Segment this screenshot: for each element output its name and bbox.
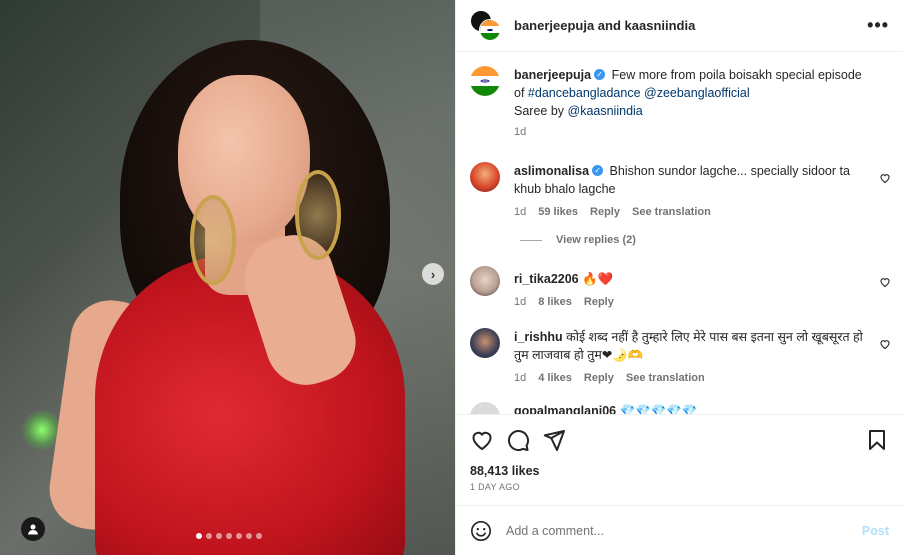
caption: banerjeepuja ✓ Few more from poila boisak… xyxy=(456,66,903,138)
collab-avatars[interactable] xyxy=(470,9,502,42)
avatar xyxy=(479,18,501,41)
carousel-dot xyxy=(246,533,252,539)
photo-earring-left xyxy=(190,195,236,285)
comment-item: aslimonalisa ✓ Bhishon sundor lagche... s… xyxy=(456,162,903,218)
carousel-dot xyxy=(236,533,242,539)
avatar[interactable] xyxy=(470,402,500,414)
carousel-dot xyxy=(256,533,262,539)
more-horizontal-icon: ••• xyxy=(867,15,889,35)
next-slide-button[interactable]: › xyxy=(422,263,444,285)
mention-link[interactable]: @kaasniindia xyxy=(568,104,643,118)
carousel-dot xyxy=(216,533,222,539)
post-author-names[interactable]: banerjeepuja and kaasniindia xyxy=(514,18,867,33)
tagged-users-button[interactable] xyxy=(21,517,45,541)
comment-text: कोई शब्द नहीं है तुम्हारे लिए मेरे पास ब… xyxy=(514,330,863,362)
carousel-dots xyxy=(196,533,262,539)
likes-count[interactable]: 88,413 likes xyxy=(470,464,889,478)
like-comment-heart-icon[interactable] xyxy=(879,338,891,350)
hashtag-link[interactable]: #dancebangladance xyxy=(528,86,641,100)
view-replies-label: View replies (2) xyxy=(556,234,636,246)
india-flag-icon xyxy=(480,19,500,40)
comment-likes[interactable]: 8 likes xyxy=(538,296,572,308)
view-replies-button[interactable]: View replies (2) xyxy=(456,234,903,246)
reply-button[interactable]: Reply xyxy=(590,206,620,218)
post-header: banerjeepuja and kaasniindia ••• xyxy=(456,0,903,52)
caption-username[interactable]: banerjeepuja xyxy=(514,68,591,82)
avatar[interactable] xyxy=(470,266,500,296)
comment-time[interactable]: 1d xyxy=(514,206,526,218)
user-icon xyxy=(28,524,38,535)
comment-item: ri_tika2206 🔥❤️ 1d 8 likes Reply xyxy=(456,266,903,308)
comment-text: 💎💎💎💎💎 xyxy=(619,404,698,414)
like-comment-heart-icon[interactable] xyxy=(879,172,891,184)
comment-item: gopalmanglani06 💎💎💎💎💎 xyxy=(456,402,903,414)
like-comment-heart-icon[interactable] xyxy=(879,276,891,288)
comment-username[interactable]: i_rishhu xyxy=(514,330,563,344)
comment-likes[interactable]: 59 likes xyxy=(538,206,578,218)
carousel-dot xyxy=(206,533,212,539)
more-options-button[interactable]: ••• xyxy=(867,15,889,36)
photo-earring-right xyxy=(295,170,341,260)
comment-username[interactable]: ri_tika2206 xyxy=(514,272,579,286)
reply-button[interactable]: Reply xyxy=(584,296,614,308)
verified-badge-icon: ✓ xyxy=(594,69,606,81)
comment-input[interactable] xyxy=(506,523,862,538)
add-comment-bar: Post xyxy=(456,505,903,555)
caption-line2-text: Saree by xyxy=(514,104,565,118)
see-translation-button[interactable]: See translation xyxy=(626,372,705,384)
post-actions: 88,413 likes 1 DAY AGO xyxy=(456,414,903,492)
comment-username[interactable]: aslimonalisa xyxy=(514,164,589,178)
post-media[interactable]: › xyxy=(0,0,455,555)
emoji-smiley-icon[interactable] xyxy=(470,520,492,542)
comment-bubble-icon[interactable] xyxy=(506,428,530,452)
carousel-dot xyxy=(196,533,202,539)
avatar[interactable] xyxy=(470,162,500,192)
avatar[interactable] xyxy=(470,66,500,96)
caption-time[interactable]: 1d xyxy=(514,126,526,138)
bookmark-save-icon[interactable] xyxy=(865,428,889,452)
like-heart-icon[interactable] xyxy=(470,428,494,452)
comment-username[interactable]: gopalmanglani06 xyxy=(514,404,616,414)
comment-text: 🔥❤️ xyxy=(582,272,614,286)
comment-time[interactable]: 1d xyxy=(514,372,526,384)
india-flag-icon xyxy=(470,66,500,96)
reply-button[interactable]: Reply xyxy=(584,372,614,384)
mention-link[interactable]: @zeebanglaofficial xyxy=(644,86,750,100)
post-date[interactable]: 1 DAY AGO xyxy=(470,482,889,492)
comment-item: i_rishhu कोई शब्द नहीं है तुम्हारे लिए म… xyxy=(456,328,903,384)
see-translation-button[interactable]: See translation xyxy=(632,206,711,218)
comments-list[interactable]: banerjeepuja ✓ Few more from poila boisak… xyxy=(456,52,903,414)
carousel-dot xyxy=(226,533,232,539)
comment-time[interactable]: 1d xyxy=(514,296,526,308)
share-send-icon[interactable] xyxy=(542,428,566,452)
post-panel: banerjeepuja and kaasniindia ••• banerje… xyxy=(455,0,903,555)
chevron-right-icon: › xyxy=(430,266,436,282)
post-comment-button[interactable]: Post xyxy=(862,524,889,538)
verified-badge-icon: ✓ xyxy=(592,165,604,177)
post-modal: › banerjeepuja and kaasniindia ••• baner… xyxy=(0,0,903,555)
divider xyxy=(520,239,542,241)
comment-likes[interactable]: 4 likes xyxy=(538,372,572,384)
avatar[interactable] xyxy=(470,328,500,358)
